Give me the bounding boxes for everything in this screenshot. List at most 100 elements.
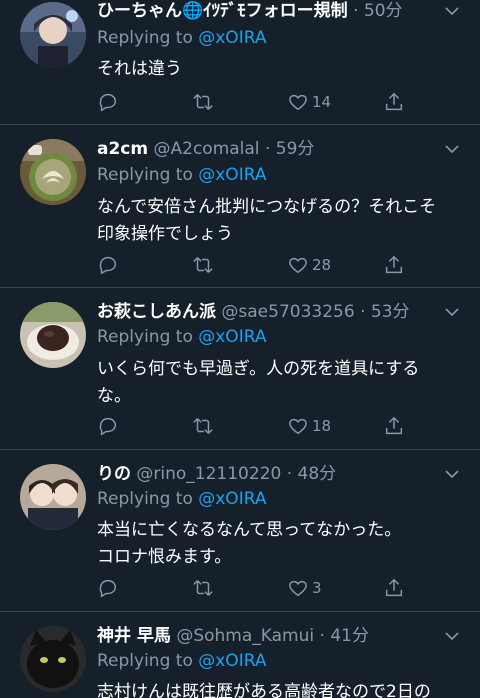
retweet-icon	[193, 257, 213, 273]
share-button[interactable]	[383, 576, 405, 600]
action-bar: 3	[97, 576, 407, 600]
tweet-header: りの @rino_12110220 · 48分	[97, 461, 336, 487]
reply-feed: ひーちゃん🌐ｲﾂﾃﾞﾓフォロー規制 · 50分 Replying to @xOI…	[0, 0, 480, 698]
tweet[interactable]: a2cm @A2comalal · 59分 Replying to @xOIRA…	[0, 125, 480, 288]
mention-link[interactable]: @xOIRA	[198, 28, 266, 48]
chevron-down-icon[interactable]	[444, 141, 460, 157]
timestamp[interactable]: 59分	[276, 139, 315, 159]
reply-button[interactable]	[97, 90, 119, 114]
tweet-header: お萩こしあん派 @sae57033256 · 53分	[97, 299, 410, 325]
tweet-header: 神井 早馬 @Sohma_Kamui · 41分	[97, 623, 369, 649]
avatar[interactable]	[20, 626, 86, 692]
like-count: 14	[312, 93, 332, 111]
retweet-button[interactable]	[192, 576, 214, 600]
chevron-down-icon[interactable]	[444, 304, 460, 320]
replying-to: Replying to @xOIRA	[97, 163, 266, 187]
share-icon	[385, 92, 403, 111]
separator-dot: ·	[286, 464, 293, 484]
share-button[interactable]	[383, 414, 405, 438]
replying-prefix: Replying to	[97, 651, 193, 671]
action-bar: 18	[97, 414, 407, 438]
like-button[interactable]: 3	[287, 576, 322, 600]
chevron-down-icon[interactable]	[444, 466, 460, 482]
reply-button[interactable]	[97, 414, 119, 438]
separator-dot: ·	[319, 626, 325, 646]
reply-icon	[99, 93, 117, 112]
avatar[interactable]	[20, 464, 86, 530]
retweet-icon	[193, 580, 213, 596]
display-name[interactable]: ひーちゃん🌐ｲﾂﾃﾞﾓフォロー規制	[97, 1, 348, 21]
tweet-text: 本当に亡くなるなんて思ってなかった。 コロナ恨みます。	[97, 520, 402, 567]
like-button[interactable]: 14	[287, 90, 331, 114]
share-icon	[385, 416, 403, 435]
replying-prefix: Replying to	[97, 28, 193, 48]
retweet-button[interactable]	[192, 90, 214, 114]
replying-prefix: Replying to	[97, 327, 193, 347]
like-count: 28	[312, 256, 332, 274]
share-icon	[385, 255, 403, 274]
retweet-button[interactable]	[192, 253, 214, 277]
tweet-text: いくら何でも早過ぎ。人の死を道具にする な。	[97, 359, 420, 406]
like-count: 18	[312, 417, 332, 435]
replying-prefix: Replying to	[97, 165, 193, 185]
chevron-down-icon[interactable]	[444, 628, 460, 644]
tweet-text: なんで安倍さん批判につなげるの？それこそ 印象操作でしょう	[97, 197, 437, 244]
avatar[interactable]	[20, 2, 86, 68]
tweet-header: ひーちゃん🌐ｲﾂﾃﾞﾓフォロー規制 · 50分	[97, 0, 403, 24]
timestamp[interactable]: 53分	[371, 302, 410, 322]
share-button[interactable]	[383, 90, 405, 114]
mention-link[interactable]: @xOIRA	[198, 165, 266, 185]
display-name[interactable]: お萩こしあん派	[97, 302, 216, 322]
heart-icon	[289, 94, 307, 111]
tweet[interactable]: お萩こしあん派 @sae57033256 · 53分 Replying to @…	[0, 288, 480, 450]
tweet[interactable]: 神井 早馬 @Sohma_Kamui · 41分 Replying to @xO…	[0, 612, 480, 698]
retweet-button[interactable]	[192, 414, 214, 438]
tweet-header: a2cm @A2comalal · 59分	[97, 136, 314, 162]
mention-link[interactable]: @xOIRA	[198, 651, 266, 671]
timestamp[interactable]: 41分	[330, 626, 369, 646]
mention-link[interactable]: @xOIRA	[198, 489, 266, 509]
separator-dot: ·	[360, 302, 366, 322]
replying-to: Replying to @xOIRA	[97, 649, 266, 673]
timestamp[interactable]: 50分	[364, 1, 403, 21]
avatar[interactable]	[20, 302, 86, 368]
handle[interactable]: @rino_12110220	[136, 464, 281, 484]
tweet[interactable]: ひーちゃん🌐ｲﾂﾃﾞﾓフォロー規制 · 50分 Replying to @xOI…	[0, 0, 480, 125]
heart-icon	[289, 257, 307, 274]
chevron-down-icon[interactable]	[444, 3, 460, 19]
handle[interactable]: @sae57033256	[221, 302, 354, 322]
share-icon	[385, 578, 403, 597]
replying-prefix: Replying to	[97, 489, 193, 509]
tweet-text: 志村けんは既往歴がある高齢者なので2日の	[97, 682, 431, 698]
reply-icon	[99, 256, 117, 275]
reply-button[interactable]	[97, 576, 119, 600]
share-button[interactable]	[383, 253, 405, 277]
mention-link[interactable]: @xOIRA	[198, 327, 266, 347]
display-name[interactable]: りの	[97, 464, 131, 484]
separator-dot: ·	[353, 1, 359, 21]
like-count: 3	[312, 579, 322, 597]
heart-icon	[289, 418, 307, 435]
avatar[interactable]	[20, 139, 86, 205]
handle[interactable]: @Sohma_Kamui	[176, 626, 314, 646]
reply-icon	[99, 417, 117, 436]
handle[interactable]: @A2comalal	[154, 139, 260, 159]
reply-button[interactable]	[97, 253, 119, 277]
like-button[interactable]: 28	[287, 253, 331, 277]
replying-to: Replying to @xOIRA	[97, 487, 266, 511]
heart-icon	[289, 580, 307, 597]
replying-to: Replying to @xOIRA	[97, 325, 266, 349]
replying-to: Replying to @xOIRA	[97, 26, 266, 50]
retweet-icon	[193, 418, 213, 434]
action-bar: 28	[97, 253, 407, 277]
retweet-icon	[193, 94, 213, 110]
display-name[interactable]: 神井 早馬	[97, 626, 171, 646]
tweet[interactable]: りの @rino_12110220 · 48分 Replying to @xOI…	[0, 450, 480, 612]
reply-icon	[99, 579, 117, 598]
display-name[interactable]: a2cm	[97, 139, 148, 159]
timestamp[interactable]: 48分	[298, 464, 337, 484]
action-bar: 14	[97, 90, 407, 114]
separator-dot: ·	[264, 139, 271, 159]
like-button[interactable]: 18	[287, 414, 331, 438]
tweet-text: それは違う	[97, 59, 182, 79]
